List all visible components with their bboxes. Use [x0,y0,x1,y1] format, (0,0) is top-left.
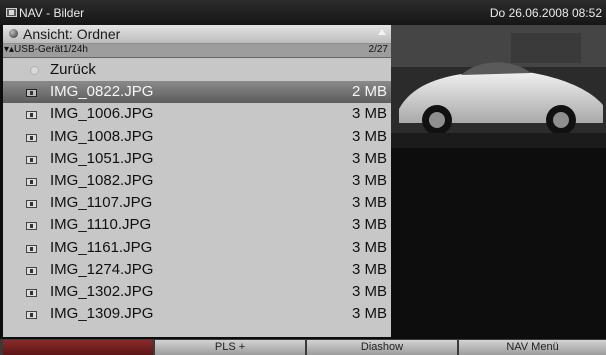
image-file-icon [26,311,37,320]
file-size: 3 MB [351,105,387,123]
image-file-icon [26,111,37,120]
file-list-item[interactable]: IMG_1008.JPG 3 MB [3,126,391,148]
item-position: 2/27 [368,44,388,55]
file-name: IMG_1110.JPG [50,216,152,234]
file-name: IMG_1051.JPG [50,149,154,167]
file-list: Zurück IMG_0822.JPG 2 MB IMG_1006.JPG 3 MB I… [3,59,391,325]
bullet-icon [9,29,18,38]
back-dot-icon [30,66,39,75]
file-size: 3 MB [351,216,387,234]
file-size: 3 MB [351,260,387,278]
file-list-item[interactable]: IMG_1309.JPG 3 MB [3,303,391,325]
image-file-icon [26,133,37,142]
file-size: 3 MB [351,194,387,212]
back-label: Zurück [50,61,96,78]
view-mode-selector[interactable]: Ansicht: Ordner [3,25,391,44]
image-file-icon [26,155,37,164]
file-size: 3 MB [351,238,387,256]
breadcrumb: ▾▴USB-Gerät1/24h 2/27 [3,44,391,58]
file-list-item[interactable]: IMG_0822.JPG 2 MB [3,81,391,104]
image-file-icon [26,89,37,98]
app-title: NAV - Bilder [19,6,85,20]
file-list-item[interactable]: IMG_1110.JPG 3 MB [3,214,391,236]
scroll-up-icon[interactable] [378,29,386,35]
nav-menu-button[interactable]: NAV Menü [459,340,606,355]
date-time: Do 26.06.2008 08:52 [489,6,602,20]
file-list-item[interactable]: IMG_1107.JPG 3 MB [3,192,391,214]
folder-path: ▾▴USB-Gerät1/24h [4,44,88,55]
file-list-item[interactable]: IMG_1006.JPG 3 MB [3,103,391,125]
file-list-item[interactable]: IMG_1051.JPG 3 MB [3,148,391,170]
file-name: IMG_1274.JPG [50,260,154,278]
file-size: 3 MB [351,127,387,145]
file-name: IMG_1082.JPG [50,171,154,189]
file-size: 3 MB [351,282,387,300]
view-mode-label: Ansicht: Ordner [23,26,121,42]
file-size: 3 MB [351,171,387,189]
back-item[interactable]: Zurück [3,59,391,81]
file-size: 3 MB [351,305,387,323]
title-bar: NAV - Bilder Do 26.06.2008 08:52 [0,0,606,25]
file-name: IMG_0822.JPG [50,83,154,101]
red-function-button[interactable] [3,340,153,355]
image-file-icon [26,288,37,297]
image-file-icon [26,244,37,253]
image-file-icon [26,222,37,231]
file-name: IMG_1006.JPG [50,105,154,123]
function-key-bar: PLS + Diashow NAV Menü [0,339,606,355]
diashow-button[interactable]: Diashow [307,340,457,355]
image-file-icon [26,266,37,275]
image-file-icon [26,177,37,186]
picture-icon [6,8,17,17]
file-list-item[interactable]: IMG_1161.JPG 3 MB [3,237,391,259]
file-name: IMG_1161.JPG [50,238,153,256]
folder-path-text: USB-Gerät1/24h [14,44,88,55]
file-size: 2 MB [351,83,387,101]
file-browser-panel: Ansicht: Ordner ▾▴USB-Gerät1/24h 2/27 Zu… [3,25,391,337]
sports-car-thumbnail [391,25,606,148]
pls-plus-button[interactable]: PLS + [155,340,305,355]
image-preview [391,25,606,148]
file-list-item[interactable]: IMG_1082.JPG 3 MB [3,170,391,192]
file-list-item[interactable]: IMG_1274.JPG 3 MB [3,259,391,281]
file-list-item[interactable]: IMG_1302.JPG 3 MB [3,281,391,303]
file-name: IMG_1302.JPG [50,282,154,300]
file-size: 3 MB [351,149,387,167]
file-name: IMG_1107.JPG [50,194,153,212]
file-name: IMG_1309.JPG [50,305,154,323]
file-name: IMG_1008.JPG [50,127,154,145]
image-file-icon [26,200,37,209]
